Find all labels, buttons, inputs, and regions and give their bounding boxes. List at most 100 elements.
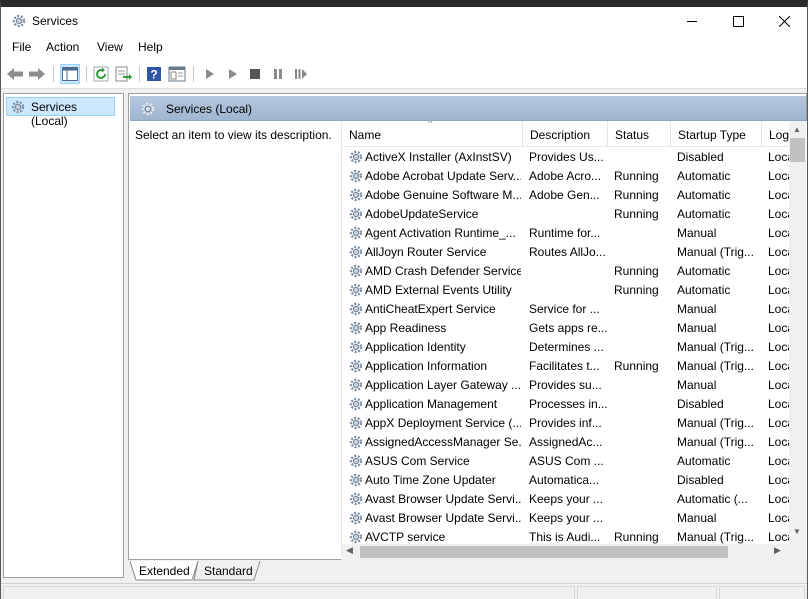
column-header-log-on-as[interactable]: Log: [762, 121, 792, 147]
toolbar-separator: [139, 66, 140, 82]
service-name: Application Layer Gateway ...: [365, 378, 521, 392]
vertical-scroll-thumb[interactable]: [790, 138, 805, 162]
scrollbar-corner: [789, 544, 806, 560]
resume-service-icon[interactable]: [292, 65, 310, 83]
gear-icon: [11, 13, 27, 29]
tab-standard[interactable]: Standard: [204, 564, 253, 578]
horizontal-scrollbar[interactable]: ◀ ▶: [342, 544, 789, 560]
start-service-2-icon[interactable]: [224, 65, 242, 83]
service-startup-type: Manual: [677, 321, 717, 335]
menu-bar: File Action View Help: [1, 36, 807, 58]
window-title: Services: [32, 14, 79, 28]
service-name: AMD Crash Defender Service: [365, 264, 521, 278]
service-status: Running: [614, 283, 659, 297]
properties-icon[interactable]: [168, 65, 186, 83]
table-row[interactable]: Application Management Processes in... Dis…: [342, 394, 794, 413]
table-row[interactable]: Agent Activation Runtime_... Runtime for.…: [342, 223, 794, 242]
status-segment: [577, 586, 717, 599]
table-row[interactable]: Auto Time Zone Updater Automatica... Disab…: [342, 470, 794, 489]
service-startup-type: Automatic: [677, 283, 731, 297]
table-row[interactable]: Application Layer Gateway ... Provides su…: [342, 375, 794, 394]
service-startup-type: Manual: [677, 378, 717, 392]
services-list[interactable]: ^ Name Description Status Startup Type L…: [341, 121, 807, 560]
service-status: Running: [614, 530, 659, 544]
table-row[interactable]: Adobe Genuine Software M... Adobe Gen... R…: [342, 185, 794, 204]
table-row[interactable]: AMD Crash Defender Service Running Automat…: [342, 261, 794, 280]
service-description: Keeps your ...: [529, 511, 604, 525]
service-description: Runtime for...: [529, 226, 601, 240]
service-description: Keeps your ...: [529, 492, 604, 506]
pane-header: Services (Local): [130, 96, 806, 121]
forward-arrow-icon[interactable]: [28, 65, 46, 83]
table-row[interactable]: Adobe Acrobat Update Serv... Adobe Acro..…: [342, 166, 794, 185]
table-row[interactable]: Application Information Facilitates t... R…: [342, 356, 794, 375]
sort-ascending-icon: ^: [428, 121, 433, 128]
table-row[interactable]: Avast Browser Update Servi... Keeps your …: [342, 508, 794, 527]
pause-service-icon[interactable]: [269, 65, 287, 83]
table-row[interactable]: ASUS Com Service ASUS Com ... Automatic Loc…: [342, 451, 794, 470]
column-header-status[interactable]: Status: [608, 121, 671, 147]
service-status: Running: [614, 359, 659, 373]
close-button[interactable]: [761, 7, 807, 36]
table-row[interactable]: Avast Browser Update Servi... Keeps your …: [342, 489, 794, 508]
service-startup-type: Automatic: [677, 264, 731, 278]
service-description: AssignedAc...: [529, 435, 603, 449]
service-description: Gets apps re...: [529, 321, 607, 335]
table-row[interactable]: Application Identity Determines ... Manual…: [342, 337, 794, 356]
table-row[interactable]: AssignedAccessManager Se... AssignedAc...…: [342, 432, 794, 451]
table-row[interactable]: AppX Deployment Service (... Provides inf…: [342, 413, 794, 432]
service-description: Automatica...: [529, 473, 600, 487]
start-service-icon[interactable]: [201, 65, 219, 83]
tree-item-services-local[interactable]: Services (Local): [6, 97, 115, 128]
service-name: App Readiness: [365, 321, 447, 335]
toolbar-separator: [193, 66, 194, 82]
service-name: Adobe Acrobat Update Serv...: [365, 169, 521, 183]
scroll-left-icon[interactable]: ◀: [346, 545, 353, 556]
service-name: AdobeUpdateService: [365, 207, 479, 221]
scroll-up-icon[interactable]: ▲: [793, 125, 801, 134]
table-row[interactable]: AMD External Events Utility Running Automa…: [342, 280, 794, 299]
vertical-scrollbar[interactable]: ▲ ▼: [789, 121, 806, 544]
service-name: Agent Activation Runtime_...: [365, 226, 516, 240]
column-header-startup-type[interactable]: Startup Type: [671, 121, 762, 147]
minimize-button[interactable]: [669, 7, 715, 36]
menu-view[interactable]: View: [97, 40, 123, 54]
table-row[interactable]: AdobeUpdateService Running Automatic Loca: [342, 204, 794, 223]
service-name: Adobe Genuine Software M...: [365, 188, 521, 202]
tree-item-label: Services (Local): [31, 100, 78, 128]
toolbar: ?: [1, 58, 807, 89]
gear-icon: [140, 101, 156, 120]
maximize-button[interactable]: [715, 7, 761, 36]
scroll-down-icon[interactable]: ▼: [793, 527, 801, 536]
service-name: Avast Browser Update Servi...: [365, 492, 521, 506]
service-startup-type: Manual (Trig...: [677, 359, 754, 373]
scroll-right-icon[interactable]: ▶: [774, 545, 781, 556]
service-status: Running: [614, 264, 659, 278]
menu-help[interactable]: Help: [138, 40, 163, 54]
column-header-name[interactable]: ^ Name: [342, 121, 523, 147]
stop-service-icon[interactable]: [246, 65, 264, 83]
service-description: Provides su...: [529, 378, 602, 392]
column-header-description[interactable]: Description: [523, 121, 608, 147]
title-bar: Services: [1, 7, 807, 36]
list-rows: ActiveX Installer (AxInstSV) Provides Us.…: [342, 147, 794, 546]
horizontal-scroll-thumb[interactable]: [360, 546, 728, 558]
export-list-icon[interactable]: [115, 65, 133, 83]
tab-extended[interactable]: Extended: [139, 564, 190, 578]
service-description: Facilitates t...: [529, 359, 600, 373]
service-description: Provides Us...: [529, 150, 604, 164]
back-arrow-icon[interactable]: [6, 65, 24, 83]
service-startup-type: Automatic (...: [677, 492, 748, 506]
service-startup-type: Manual (Trig...: [677, 340, 754, 354]
menu-file[interactable]: File: [12, 40, 31, 54]
table-row[interactable]: App Readiness Gets apps re... Manual Loca: [342, 318, 794, 337]
menu-action[interactable]: Action: [46, 40, 79, 54]
help-icon[interactable]: ?: [145, 65, 163, 83]
show-hide-tree-icon[interactable]: [60, 64, 80, 84]
refresh-icon[interactable]: [92, 65, 110, 83]
table-row[interactable]: AllJoyn Router Service Routes AllJo... Man…: [342, 242, 794, 261]
table-row[interactable]: ActiveX Installer (AxInstSV) Provides Us.…: [342, 147, 794, 166]
toolbar-separator: [53, 66, 54, 82]
service-status: Running: [614, 188, 659, 202]
table-row[interactable]: AntiCheatExpert Service Service for ... Ma…: [342, 299, 794, 318]
